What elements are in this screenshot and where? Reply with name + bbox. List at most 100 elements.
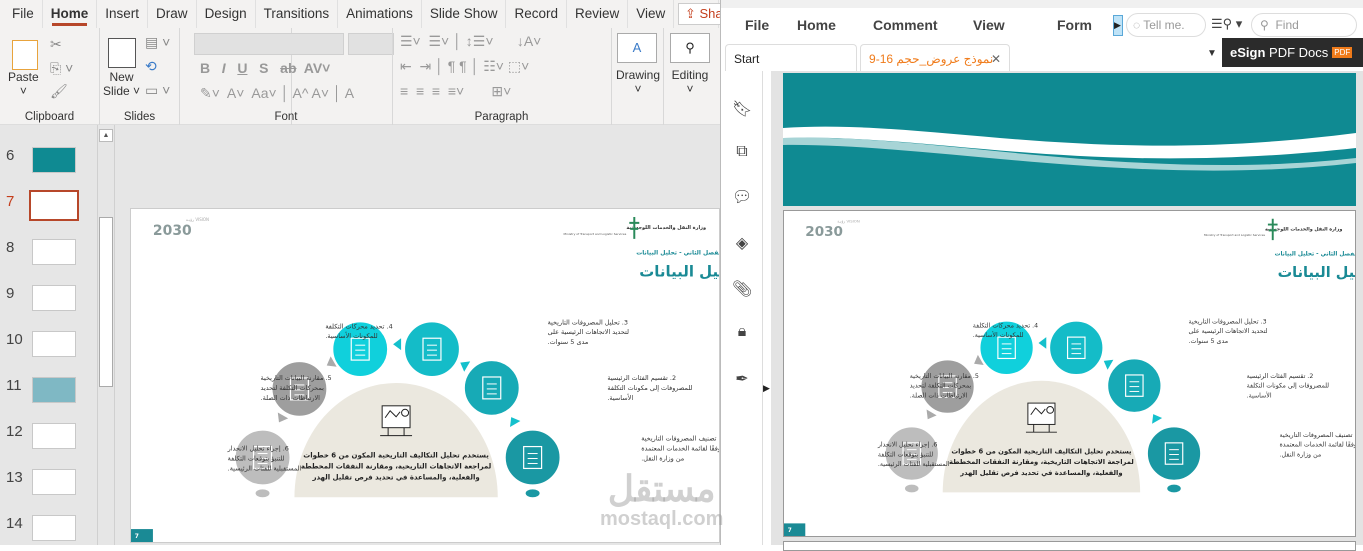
tab-insert[interactable]: Insert [97, 0, 149, 28]
slide-thumbnail[interactable]: 10 [0, 331, 96, 371]
scroll-thumb[interactable] [99, 217, 113, 387]
bold-icon[interactable]: B I U S ab AV˅ [200, 60, 330, 76]
section-icon[interactable]: ▭ ˅ [145, 82, 170, 99]
vision-2030-logo: 2030 [805, 224, 843, 240]
base-marker [904, 484, 919, 493]
slide-thumbnail[interactable]: 9 [0, 285, 96, 325]
slide-thumbnail[interactable]: 7 [0, 190, 96, 233]
search-options-icon[interactable]: ☰⚲ ▾ [1211, 16, 1242, 32]
slide-thumbnail[interactable]: 14 [0, 515, 96, 545]
reset-icon[interactable]: ⟲ [145, 58, 157, 75]
slide-thumbnail[interactable]: 13 [0, 469, 96, 509]
pdf-sidebar: 🔖︎ ⧉ 💬︎ ◈ 📎︎ 🔒︎ ✒ ▶ [721, 71, 770, 545]
wave-graphic [783, 126, 1356, 171]
find-icon: ⚲ [1260, 18, 1276, 32]
bullets-icon[interactable]: ☰˅ ☰˅ │ ↕☰˅ ↓A˅ [400, 33, 541, 50]
step-circle [1106, 357, 1163, 414]
slide-thumbnail[interactable]: 6 [0, 147, 96, 187]
copy-icon[interactable]: ⎘ ˅ [50, 60, 73, 77]
menu-view[interactable]: View [973, 17, 1005, 33]
menu-comment[interactable]: Comment [873, 17, 938, 33]
editing-button[interactable]: Editing ˅ [664, 68, 716, 96]
font-size-combo[interactable] [348, 33, 394, 55]
share-button[interactable]: ⇪ Sha [678, 3, 720, 25]
menu-file[interactable]: File [745, 17, 769, 33]
slide-preview [32, 239, 76, 265]
tab-transitions[interactable]: Transitions [256, 0, 339, 28]
slide-thumbnail[interactable]: 8 [0, 239, 96, 279]
step-text-line: 6. إجراء تحليل الانحدار [877, 442, 937, 449]
collapse-panel-icon[interactable]: ▶ [763, 383, 770, 394]
step-arrow-icon [1038, 337, 1047, 349]
step-arrow-icon [1152, 414, 1163, 424]
layout-icon[interactable]: ▤ ˅ [145, 34, 170, 51]
step-text-line: الأساسية. [607, 393, 633, 402]
new-slide-button[interactable]: New Slide ˅ [103, 70, 140, 98]
slide-preview [32, 331, 76, 357]
tab-file[interactable]: File [4, 0, 43, 28]
tab-home[interactable]: Home [43, 0, 98, 28]
attachment-icon[interactable]: 📎︎ [732, 279, 752, 299]
tab-record[interactable]: Record [506, 0, 567, 28]
font-color-icon[interactable]: ✎˅ A˅ Aa˅ │ A^ A˅ │ A [200, 85, 354, 102]
esign-banner[interactable]: eSign PDF Docs PDF [1222, 38, 1363, 67]
menu-form[interactable]: Form [1057, 17, 1092, 33]
tell-me-input[interactable]: ◌ Tell me. [1126, 13, 1206, 37]
paragraph-label: Paragraph [474, 111, 529, 123]
slide-preview [32, 515, 76, 541]
tab-document[interactable]: نموذج عروض_حجم 16-9 ✕ [860, 44, 1010, 72]
step-1 [1145, 425, 1203, 482]
tab-slide-show[interactable]: Slide Show [422, 0, 507, 28]
format-painter-icon[interactable]: 🖌 [50, 83, 68, 100]
slide-number: 13 [6, 469, 23, 486]
tabs-dropdown-icon[interactable]: ▼ [1207, 48, 1217, 59]
tab-animations[interactable]: Animations [338, 0, 422, 28]
find-input[interactable]: ⚲ Find [1251, 13, 1357, 37]
layers-icon[interactable]: ◈ [732, 233, 752, 253]
lightbulb-icon: ◌ [1133, 18, 1144, 32]
scroll-up-icon[interactable]: ▲ [99, 129, 113, 142]
pages-icon[interactable]: ⧉ [732, 143, 752, 163]
cut-icon[interactable]: ✂ [50, 36, 62, 53]
slide-number: 9 [6, 285, 15, 302]
center-description-line: لمراجعة الاتجاهات التاريخية، ومقارنة الن… [301, 462, 492, 470]
paste-button[interactable]: Paste ˅ [8, 70, 39, 98]
step-text-line: 5. مقارنة البيانات التاريخية [261, 374, 332, 382]
step-text-line: 3. تحليل المصروفات التاريخية [1189, 319, 1267, 326]
step-text-line: الارتباطات ذات الصلة. [910, 392, 968, 399]
next-page [783, 541, 1356, 551]
quick-access-bar [721, 0, 1363, 8]
tab-view[interactable]: View [628, 0, 675, 28]
font-name-combo[interactable] [194, 33, 344, 55]
slide-number: 14 [6, 515, 23, 532]
menu-home[interactable]: Home [797, 17, 836, 33]
slide-graphic: 2030VISION رؤيـة وزارة النقل والخدمات الل… [784, 219, 1363, 536]
comment-icon[interactable]: 💬︎ [732, 187, 752, 207]
step-text-line: وفقًا لقائمة الخدمات المعتمدة [1280, 441, 1355, 449]
slide-thumbnail[interactable]: 11 [0, 377, 96, 417]
step-text-line: 2. تقسيم الفئات الرئيسية [1247, 373, 1314, 380]
slide-canvas[interactable]: 2030 VISION رؤيـة وزارة النقل والخدمات الل… [130, 208, 720, 543]
thumbnail-scrollbar[interactable]: ▲ [97, 125, 115, 545]
slide-thumbnail[interactable]: 12 [0, 423, 96, 463]
signature-icon[interactable]: ✒ [732, 369, 752, 389]
tab-start[interactable]: Start [725, 44, 857, 72]
tab-design[interactable]: Design [197, 0, 256, 28]
bookmark-icon[interactable]: 🔖︎ [732, 99, 752, 119]
page-number: 7 [135, 533, 139, 540]
close-tab-icon[interactable]: ✕ [991, 45, 1001, 73]
tab-review[interactable]: Review [567, 0, 629, 28]
drawing-button[interactable]: Drawing ˅ [608, 68, 668, 96]
security-lock-icon[interactable]: 🔒︎ [732, 323, 752, 343]
slide-title: منهجية تحليل البيانات [1278, 265, 1355, 281]
step-text-line: لتحديد الاتجاهات الرئيسية على [548, 328, 629, 336]
slide-title: منهجية تحليل البيانات [639, 263, 719, 281]
step-1 [503, 428, 562, 487]
expand-arrow-icon[interactable]: ▶ [1113, 15, 1123, 36]
tab-draw[interactable]: Draw [148, 0, 197, 28]
indent-icon[interactable]: ⇤ ⇥ │ ¶ ¶ │ ☷˅ ⬚˅ [400, 58, 529, 75]
pdf-page-area[interactable]: 2030 VISION رؤيـة وزارة النقل والخدمات الل… [771, 71, 1363, 551]
previous-page-banner [783, 73, 1356, 206]
align-icon[interactable]: ≡ ≡ ≡ ≡˅ ⊞˅ [400, 83, 511, 100]
slide-preview [32, 469, 76, 495]
